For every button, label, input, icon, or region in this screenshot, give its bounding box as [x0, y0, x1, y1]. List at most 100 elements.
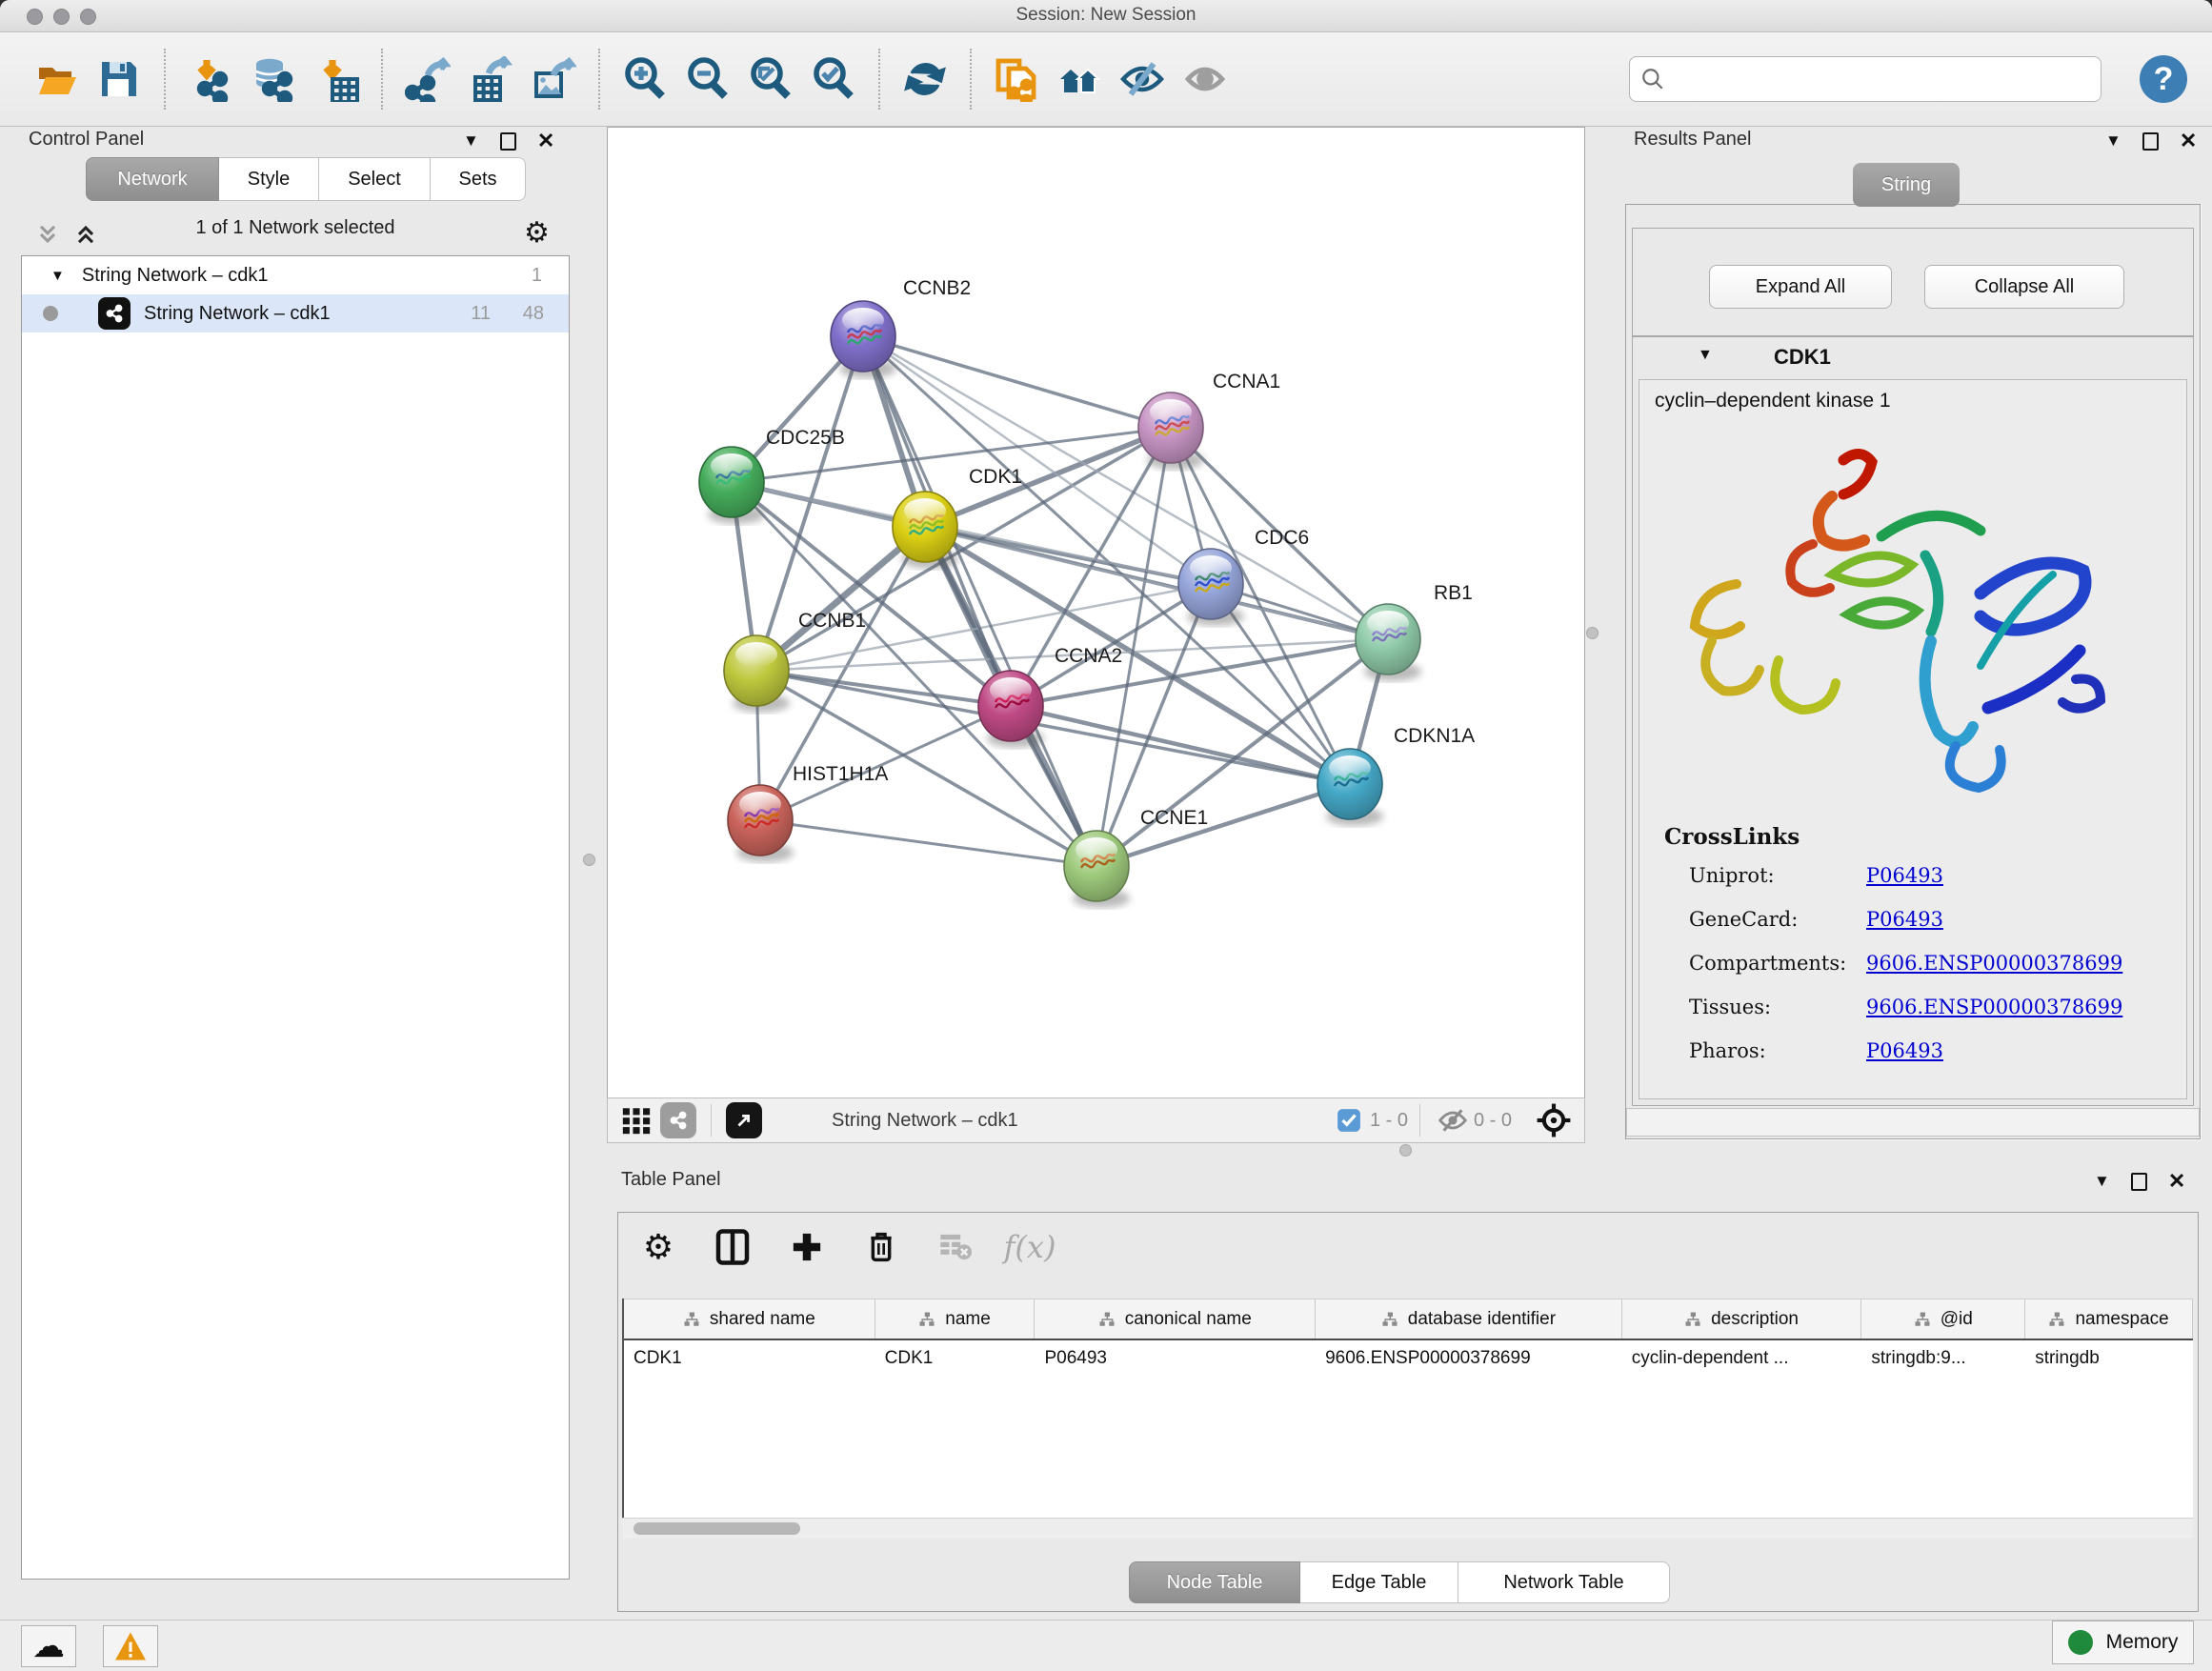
node-CDC6[interactable]: CDC6 [1178, 527, 1309, 626]
main-toolbar: ? [0, 32, 2212, 127]
crosslink-link[interactable]: P06493 [1866, 908, 1943, 931]
network-collection-row[interactable]: ▼ String Network – cdk1 1 [22, 256, 569, 294]
edge-CCNB1-CCNA1[interactable] [756, 428, 1171, 671]
first-neighbors-icon[interactable] [1048, 46, 1111, 112]
tab-select[interactable]: Select [319, 157, 431, 201]
control-panel-close-icon[interactable]: ✕ [537, 129, 554, 153]
column-header-database-identifier[interactable]: database identifier [1316, 1299, 1622, 1339]
network-options-gear-icon[interactable]: ⚙ [524, 216, 550, 250]
tab-network[interactable]: Network [86, 157, 219, 201]
table-cell[interactable]: cyclin-dependent ... [1622, 1340, 1862, 1379]
node-CCNA2[interactable]: CCNA2 [978, 645, 1122, 748]
table-cell[interactable]: CDK1 [624, 1340, 875, 1379]
node-HIST1H1A[interactable]: HIST1H1A [728, 763, 888, 862]
network-row[interactable]: String Network – cdk1 11 48 [22, 294, 569, 332]
gene-section-header[interactable]: ▼ CDK1 [1633, 337, 2193, 379]
tab-node-table[interactable]: Node Table [1129, 1561, 1300, 1603]
right-splitter-handle[interactable] [1586, 627, 1599, 639]
tab-string[interactable]: String [1853, 163, 1960, 207]
tab-sets[interactable]: Sets [431, 157, 526, 201]
zoom-in-icon[interactable] [613, 46, 676, 112]
results-panel-menu-icon[interactable]: ▼ [2105, 131, 2122, 151]
table-cell[interactable]: 9606.ENSP00000378699 [1316, 1340, 1622, 1379]
column-header-shared-name[interactable]: shared name [624, 1299, 875, 1339]
expand-all-button[interactable]: Expand All [1709, 265, 1892, 309]
edge-CCNA2-CDKN1A[interactable] [1011, 706, 1350, 784]
refresh-view-icon[interactable] [894, 46, 956, 112]
warnings-button[interactable] [103, 1625, 158, 1667]
export-image-icon[interactable] [522, 46, 585, 112]
node-CCNA1[interactable]: CCNA1 [1138, 371, 1280, 470]
results-panel-float-icon[interactable] [2142, 132, 2159, 151]
node-CCNB1[interactable]: CCNB1 [724, 610, 866, 713]
crosslink-link[interactable]: P06493 [1866, 1039, 1943, 1062]
grid-view-icon[interactable] [615, 1101, 657, 1139]
import-table-icon[interactable] [305, 46, 368, 112]
node-CCNE1[interactable]: CCNE1 [1064, 807, 1208, 908]
table-cell[interactable]: stringdb:9... [1861, 1340, 2025, 1379]
help-button[interactable]: ? [2140, 55, 2187, 103]
clone-network-icon[interactable] [985, 46, 1048, 112]
table-cell[interactable]: CDK1 [875, 1340, 1036, 1379]
open-session-icon[interactable] [25, 46, 88, 112]
node-RB1[interactable]: RB1 [1356, 582, 1473, 681]
hidden-eye-icon[interactable] [1432, 1101, 1474, 1139]
tab-style[interactable]: Style [219, 157, 319, 201]
table-row[interactable]: CDK1CDK1P064939606.ENSP00000378699cyclin… [624, 1340, 2193, 1379]
tab-edge-table[interactable]: Edge Table [1300, 1561, 1458, 1603]
cloud-button[interactable]: ☁ [21, 1625, 76, 1667]
column-header-canonical-name[interactable]: canonical name [1035, 1299, 1316, 1339]
export-network-icon[interactable] [396, 46, 459, 112]
bottom-splitter-handle[interactable] [1399, 1144, 1412, 1157]
column-header-namespace[interactable]: namespace [2025, 1299, 2193, 1339]
table-panel-close-icon[interactable]: ✕ [2168, 1169, 2185, 1194]
control-panel-menu-icon[interactable]: ▼ [463, 131, 479, 151]
edge-CCNE1-CDKN1A[interactable] [1096, 784, 1350, 866]
import-network-icon[interactable] [179, 46, 242, 112]
create-column-icon[interactable] [786, 1226, 828, 1268]
edge-CCNB2-CCNE1[interactable] [863, 336, 1096, 866]
delete-column-icon[interactable] [860, 1226, 902, 1268]
edge-CCNE1-HIST1H1A[interactable] [760, 820, 1096, 866]
node-CDKN1A[interactable]: CDKN1A [1317, 725, 1475, 826]
control-panel-float-icon[interactable] [500, 132, 516, 151]
memory-button[interactable]: Memory [2052, 1621, 2194, 1664]
search-input[interactable] [1629, 56, 2101, 102]
save-session-icon[interactable] [88, 46, 151, 112]
collapse-all-button[interactable]: Collapse All [1924, 265, 2124, 309]
table-scrollbar-track[interactable] [622, 1518, 2193, 1539]
crosslink-link[interactable]: 9606.ENSP00000378699 [1866, 952, 2122, 975]
selected-checkbox-icon[interactable] [1328, 1101, 1370, 1139]
table-cell[interactable]: P06493 [1035, 1340, 1316, 1379]
column-header-description[interactable]: description [1622, 1299, 1862, 1339]
zoom-selected-icon[interactable] [802, 46, 865, 112]
string-style-icon[interactable] [657, 1101, 699, 1139]
left-splitter-handle[interactable] [583, 854, 595, 866]
import-network-database-icon[interactable] [242, 46, 305, 112]
crosslink-link[interactable]: 9606.ENSP00000378699 [1866, 996, 2122, 1018]
crosslink-link[interactable]: P06493 [1866, 864, 1943, 887]
column-header-@id[interactable]: @id [1861, 1299, 2025, 1339]
node-CDC25B[interactable]: CDC25B [699, 427, 845, 524]
column-header-name[interactable]: name [875, 1299, 1036, 1339]
tab-network-table[interactable]: Network Table [1458, 1561, 1670, 1603]
table-scrollbar-thumb[interactable] [633, 1522, 800, 1535]
table-options-gear-icon[interactable]: ⚙ [637, 1226, 679, 1268]
edge-CCNB2-CCNA1[interactable] [863, 336, 1171, 428]
table-cell[interactable]: stringdb [2025, 1340, 2193, 1379]
table-panel-float-icon[interactable] [2131, 1173, 2147, 1191]
export-table-icon[interactable] [459, 46, 522, 112]
edge-CCNB2-RB1[interactable] [863, 336, 1388, 639]
show-columns-icon[interactable] [712, 1226, 754, 1268]
table-panel-menu-icon[interactable]: ▼ [2094, 1172, 2110, 1191]
gene-expander-icon[interactable]: ▼ [1698, 347, 1713, 364]
zoom-fit-icon[interactable] [739, 46, 802, 112]
network-canvas[interactable]: CCNB2 CCNA1 CDC25B CDK1 CDC6 RB1 CCNB1 C… [607, 127, 1585, 1097]
collection-expander-icon[interactable]: ▼ [50, 268, 65, 284]
results-panel-close-icon[interactable]: ✕ [2180, 129, 2197, 153]
zoom-out-icon[interactable] [676, 46, 739, 112]
results-scrollbar-track[interactable] [1626, 1108, 2200, 1137]
birdseye-view-icon[interactable] [1533, 1101, 1575, 1139]
hide-selected-icon[interactable] [1111, 46, 1174, 112]
open-in-string-icon[interactable] [723, 1101, 765, 1139]
